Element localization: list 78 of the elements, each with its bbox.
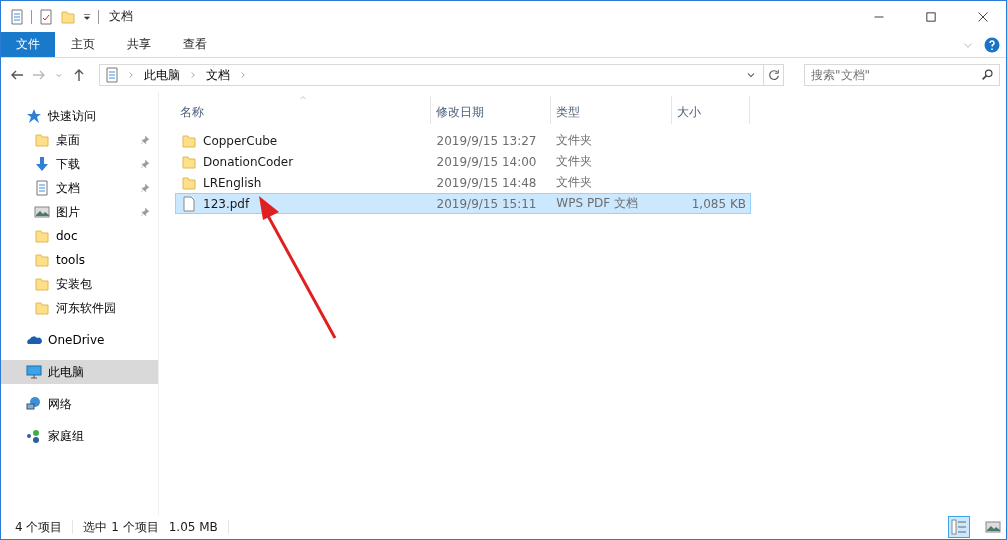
- window-title: 文档: [108, 8, 134, 25]
- status-text: 4 个项目: [15, 518, 63, 536]
- help-icon: [984, 36, 1000, 53]
- maximize-icon: [925, 10, 937, 23]
- picture-icon: [34, 204, 50, 220]
- pin-icon: [140, 159, 150, 169]
- file-name: CopperCube: [203, 133, 278, 148]
- sidebar-item[interactable]: 图片: [1, 200, 158, 224]
- document-icon: [34, 180, 50, 196]
- table-cell-text: 文件夹: [555, 174, 594, 191]
- file-name: 123.pdf: [203, 196, 250, 211]
- table-cell-text: 1,085 KB: [690, 196, 747, 211]
- picture-icon: [985, 519, 1001, 535]
- ribbon-tab[interactable]: 查看: [167, 32, 223, 57]
- folder-icon: [34, 300, 50, 316]
- folder-icon: [181, 174, 197, 191]
- table-cell-text: 文件夹: [555, 132, 594, 149]
- details-view-button[interactable]: [948, 516, 970, 538]
- folder-icon: [181, 153, 197, 170]
- checkmark-page-icon: [38, 8, 54, 25]
- folder-icon: [34, 228, 50, 244]
- sidebar-item[interactable]: 网络: [1, 392, 158, 416]
- folder-icon: [34, 276, 50, 292]
- table-cell-text: 2019/9/15 13:27: [435, 133, 538, 148]
- file-row[interactable]: CopperCube 2019/9/15 13:27 文件夹: [175, 130, 751, 151]
- column-header[interactable]: 名称: [175, 96, 431, 124]
- table-cell-text: 2019/9/15 15:11: [435, 196, 538, 211]
- pin-icon: [140, 183, 150, 193]
- breadcrumb[interactable]: 此电脑: [142, 66, 182, 84]
- column-header[interactable]: 类型: [551, 96, 672, 124]
- folder-icon: [60, 8, 76, 25]
- sidebar-item[interactable]: 家庭组: [1, 424, 158, 448]
- status-text: 选中 1 个项目: [83, 518, 159, 536]
- file-name: LREnglish: [203, 175, 262, 190]
- column-header[interactable]: 大小: [672, 96, 750, 124]
- table-cell-text: 2019/9/15 14:48: [435, 175, 538, 190]
- file-name: DonationCoder: [203, 154, 294, 169]
- pin-icon: [140, 207, 150, 217]
- network-icon: [26, 396, 42, 412]
- sidebar-item[interactable]: doc: [1, 224, 158, 248]
- close-icon: [977, 10, 989, 23]
- sidebar-item[interactable]: 下载: [1, 152, 158, 176]
- sidebar-item[interactable]: 桌面: [1, 128, 158, 152]
- column-header[interactable]: 修改日期: [431, 96, 551, 124]
- table-cell-text: 2019/9/15 14:00: [435, 154, 538, 169]
- refresh-icon: [766, 68, 781, 82]
- folder-icon: [34, 132, 50, 148]
- document-icon: [104, 67, 120, 83]
- computer-icon: [26, 364, 42, 380]
- sidebar-item[interactable]: 安装包: [1, 272, 158, 296]
- pin-icon: [140, 135, 150, 145]
- folder-icon: [34, 252, 50, 268]
- search-icon: [981, 68, 994, 81]
- download-arrow-icon: [34, 156, 50, 172]
- file-row[interactable]: LREnglish 2019/9/15 14:48 文件夹: [175, 172, 751, 193]
- homegroup-icon: [26, 428, 42, 444]
- document-icon: [9, 8, 25, 25]
- sidebar-item[interactable]: 快速访问: [1, 104, 158, 128]
- file-row[interactable]: 123.pdf 2019/9/15 15:11 WPS PDF 文档 1,085 KB: [175, 193, 751, 214]
- sidebar-item[interactable]: OneDrive: [1, 328, 158, 352]
- table-cell-text: 文件夹: [555, 153, 594, 170]
- sidebar-item[interactable]: 此电脑: [1, 360, 158, 384]
- details-view-icon: [951, 519, 967, 535]
- file-row[interactable]: DonationCoder 2019/9/15 14:00 文件夹: [175, 151, 751, 172]
- sidebar-item[interactable]: tools: [1, 248, 158, 272]
- folder-icon: [181, 132, 197, 149]
- ribbon-tab[interactable]: 共享: [111, 32, 167, 57]
- address-bar[interactable]: 此电脑 文档: [99, 64, 784, 86]
- dropdown-icon: [82, 11, 92, 22]
- file-icon: [181, 195, 197, 212]
- status-text: 1.05 MB: [168, 520, 218, 534]
- star-icon: [26, 108, 42, 124]
- sidebar-item[interactable]: 文档: [1, 176, 158, 200]
- breadcrumb[interactable]: 文档: [204, 66, 232, 84]
- table-cell-text: WPS PDF 文档: [555, 195, 640, 212]
- search-field[interactable]: 搜索"文档": [804, 64, 1000, 86]
- ribbon-tab[interactable]: 主页: [55, 32, 111, 57]
- sidebar-item[interactable]: 河东软件园: [1, 296, 158, 320]
